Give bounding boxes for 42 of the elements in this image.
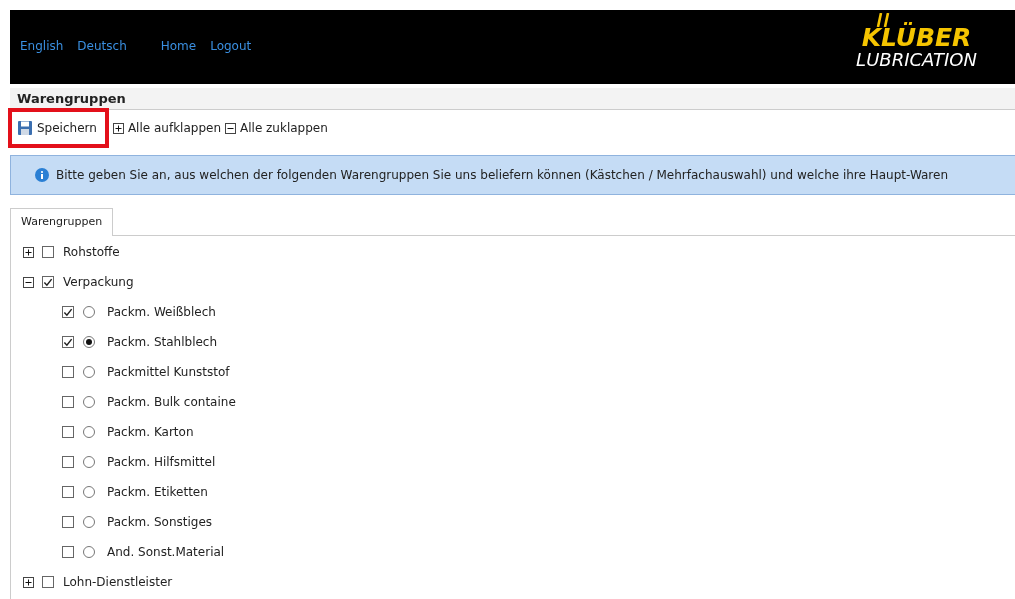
collapse-icon bbox=[225, 122, 236, 134]
tree-item-label: Lohn-Dienstleister bbox=[62, 575, 173, 589]
checkbox[interactable] bbox=[62, 486, 74, 498]
panel-title: Warengruppen bbox=[10, 88, 1015, 110]
logo-subtitle: LUBRICATION bbox=[856, 51, 977, 69]
expand-icon[interactable] bbox=[23, 576, 34, 588]
info-icon bbox=[35, 168, 49, 182]
nav-link[interactable]: English bbox=[20, 39, 64, 53]
nav-link[interactable]: Deutsch bbox=[77, 39, 127, 53]
toolbar-button[interactable]: Speichern bbox=[12, 112, 105, 144]
checkbox[interactable] bbox=[62, 306, 74, 318]
checkbox[interactable] bbox=[62, 546, 74, 558]
expand-icon bbox=[112, 122, 124, 134]
toolbar-button[interactable]: Alle aufklappen bbox=[112, 121, 221, 135]
tree-item-label: Packm. Karton bbox=[106, 425, 194, 439]
checkbox[interactable] bbox=[62, 396, 74, 408]
checkbox[interactable] bbox=[42, 276, 54, 288]
checkbox[interactable] bbox=[62, 366, 74, 378]
info-text: Bitte geben Sie an, aus welchen der folgenden Warengruppen Sie uns beliefern können (Kästchen / Mehrfachauswahl) und welche ihre Haupt-Waren bbox=[56, 168, 948, 182]
checkbox[interactable] bbox=[62, 516, 74, 528]
tab[interactable]: Warengruppen bbox=[10, 208, 114, 236]
checkbox[interactable] bbox=[62, 426, 74, 438]
save-icon bbox=[17, 120, 33, 136]
checkbox[interactable] bbox=[62, 456, 74, 468]
checkbox[interactable] bbox=[42, 246, 54, 258]
nav-link[interactable]: Logout bbox=[210, 39, 252, 53]
tree-item-label: Packmittel Kunststof bbox=[106, 365, 230, 379]
tree-item-label: Packm. Etiketten bbox=[106, 485, 208, 499]
toolbar-button[interactable]: Alle zuklappen bbox=[225, 121, 328, 135]
tree-item-label: Packm. Bulk containe bbox=[106, 395, 236, 409]
tree-item-label: Packm. Stahlblech bbox=[106, 335, 218, 349]
tree-item-label: Verpackung bbox=[62, 275, 134, 289]
expand-icon[interactable] bbox=[23, 246, 34, 258]
tree-item-label: And. Sonst.Material bbox=[106, 545, 225, 559]
tree-item-label: Packm. Hilfsmittel bbox=[106, 455, 216, 469]
tree-item-label: Rohstoffe bbox=[62, 245, 120, 259]
nav-link[interactable]: Home bbox=[160, 39, 197, 53]
tree-item-label: Packm. Weißblech bbox=[106, 305, 216, 319]
checkbox[interactable] bbox=[42, 576, 54, 588]
collapse-icon[interactable] bbox=[23, 276, 34, 288]
checkbox[interactable] bbox=[62, 336, 74, 348]
tree-item-label: Packm. Sonstiges bbox=[106, 515, 213, 529]
